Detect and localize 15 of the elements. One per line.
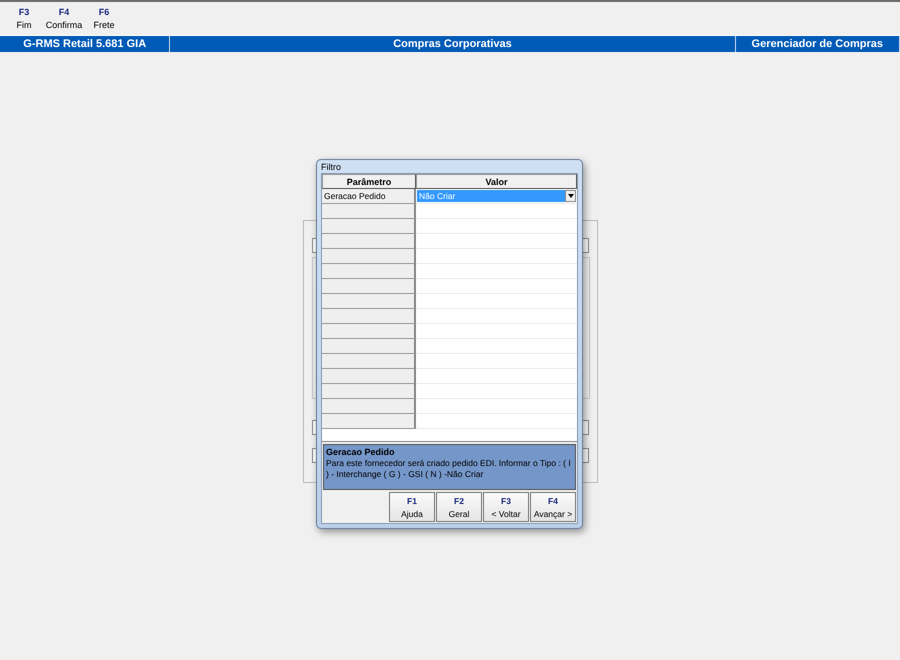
parameter-cell: Geracao Pedido xyxy=(322,189,416,204)
toolbar-button[interactable]: F4 Confirma xyxy=(44,2,84,35)
toolbar-button[interactable]: F3 Fim xyxy=(4,2,44,35)
dialog-title: Filtro xyxy=(321,160,342,173)
function-button[interactable]: F2 Geral xyxy=(436,492,482,522)
column-header: Valor xyxy=(416,174,577,189)
function-button[interactable]: F1 Ajuda xyxy=(389,492,435,522)
column-header: Parâmetro xyxy=(322,174,416,189)
function-button[interactable]: F3 < Voltar xyxy=(483,492,529,522)
title-bar-section: Compras Corporativas xyxy=(170,36,736,52)
toolbar-button[interactable]: F6 Frete xyxy=(84,2,124,35)
title-bar-section: G-RMS Retail 5.681 GIA xyxy=(0,36,170,52)
function-button[interactable]: F4 Avançar > xyxy=(530,492,576,522)
title-bar-section: Gerenciador de Compras xyxy=(736,36,900,52)
description-panel: Geracao Pedido Para este fornecedor será criado pedido EDI. Informar o Tipo : ( I ) - Interchange ( G ) - GSI ( N ) -Não Criar xyxy=(323,444,576,490)
